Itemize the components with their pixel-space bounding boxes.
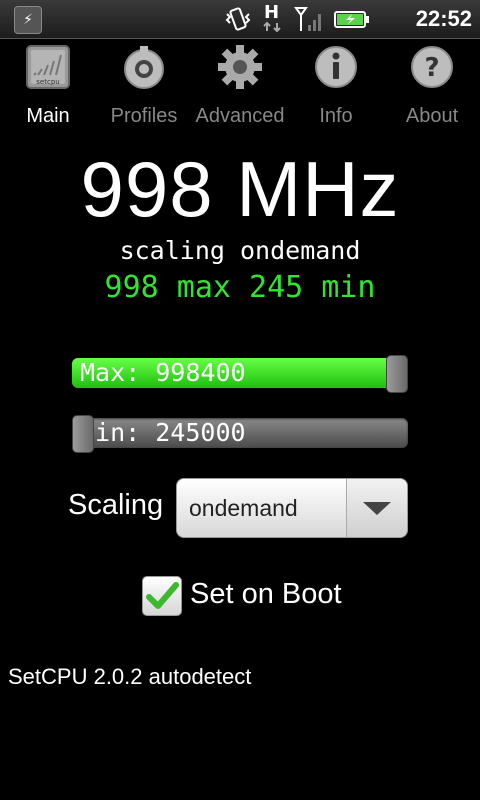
hspa-data-icon: H [262,2,284,32]
app-notification-icon[interactable]: ⚡ [14,6,42,34]
governor-status: scaling ondemand [119,236,361,265]
scaling-governor-select[interactable]: ondemand [176,478,408,538]
help-icon: ? [411,46,453,88]
signal-icon [294,7,321,31]
scaling-label: Scaling [68,489,164,521]
checkmark-icon [146,582,179,609]
tab-info-label: Info [319,105,353,127]
min-slider-label: Min: 245000 [80,418,246,447]
version-footer: SetCPU 2.0.2 autodetect [8,664,252,689]
tab-info[interactable]: Info [288,39,384,139]
gear-icon [218,45,262,89]
chevron-down-icon [363,502,391,515]
battery-charging-icon [334,11,369,28]
tab-profiles-label: Profiles [110,105,178,127]
set-on-boot-checkbox[interactable] [142,576,182,616]
tab-about[interactable]: ? About [384,39,480,139]
max-slider-thumb[interactable] [386,355,408,393]
svg-text:?: ? [424,53,439,83]
chip-caption: setcpu [36,78,59,86]
current-frequency: 998 MHz [80,145,400,233]
tab-main-label: Main [26,105,70,127]
scaling-selected-value: ondemand [189,495,298,521]
tab-profiles[interactable]: Profiles [96,39,192,139]
max-slider-label: Max: 998400 [80,358,246,387]
status-bar: ⚡ H 22:52 [0,0,480,39]
max-frequency-slider[interactable]: Max: 998400 [72,355,408,393]
tab-advanced-label: Advanced [195,105,285,127]
min-slider-thumb[interactable] [72,415,94,453]
info-icon [315,46,357,88]
tab-advanced[interactable]: Advanced [192,39,288,139]
setcpu-chip-icon: setcpu [26,45,70,89]
status-clock: 22:52 [415,6,472,31]
frequency-range: 998 max 245 min [104,270,376,305]
status-icons: H [224,2,370,33]
tab-main[interactable]: setcpu Main [0,39,96,139]
dropdown-button[interactable] [346,479,407,537]
vibrate-icon [225,7,251,31]
profile-dial-icon [124,46,164,89]
tab-bar: setcpu Main Profiles Advanced Info ? Abo… [0,39,480,139]
min-frequency-slider[interactable]: Min: 245000 [72,415,408,453]
tab-about-label: About [405,105,459,127]
set-on-boot-label: Set on Boot [190,578,342,610]
